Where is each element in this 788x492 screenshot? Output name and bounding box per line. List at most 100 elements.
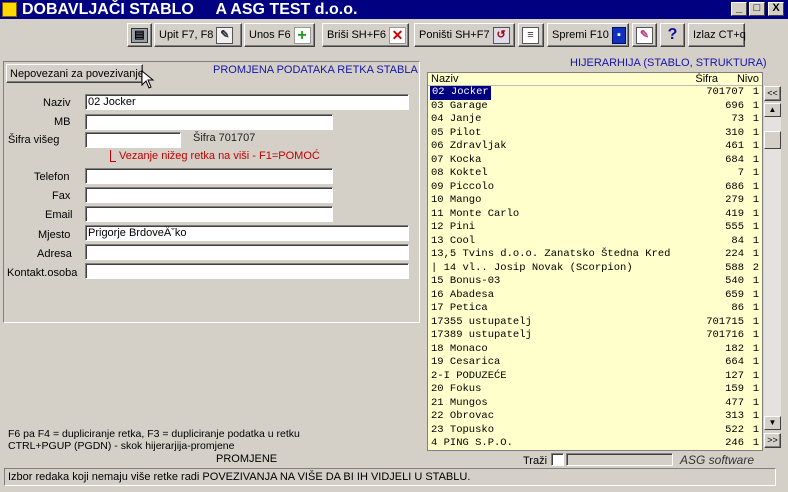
tree-header: HIJERARHIJA (STABLO, STRUKTURA) [570,57,767,69]
tree-row[interactable]: 03 Garage 696 1 [428,100,762,114]
app-icon[interactable] [2,2,17,17]
tree-row-nivo: 1 [752,315,759,328]
tree-row-nivo: 1 [752,396,759,409]
tree-row[interactable]: 02 Jocker 701707 1 [428,86,762,100]
tree-row[interactable]: | 14 vl.. Josip Novak (Scorpion) 588 2 [428,262,762,276]
tree-row[interactable]: 13 Cool 84 1 [428,235,762,249]
minimize-button[interactable]: _ [731,2,747,16]
tree-row-sifra: 686 [725,180,744,193]
naziv-field[interactable]: 02 Jocker [85,94,409,110]
tree-row[interactable]: 11 Monte Carlo 419 1 [428,208,762,222]
tree-row[interactable]: 21 Mungos 477 1 [428,397,762,411]
help-button[interactable]: ? [660,23,685,47]
mb-label: MB [54,116,71,128]
tree-row[interactable]: 05 Pilot 310 1 [428,127,762,141]
tree-row-name: 2-I PODUZEĆE [431,369,507,382]
tree-row-sifra: 664 [725,356,744,368]
tree-row[interactable]: 17355 ustupatelj 701715 1 [428,316,762,330]
undo-button[interactable]: Poništi SH+F7 ↺ [414,23,515,47]
tree-row-nivo: 1 [752,423,759,436]
hierarchy-list[interactable]: Naziv Šifra Nivo 02 Jocker 701707 1 03 Gara… [427,72,763,451]
mjesto-field[interactable]: Prigorje BrdoveÄˇko [85,225,409,241]
col-naziv[interactable]: Naziv [431,73,459,86]
tree-row-nivo: 1 [752,180,759,193]
tree-row-nivo: 1 [752,126,759,139]
tree-row[interactable]: 2-I PODUZEĆE 127 1 [428,370,762,384]
tree-row-name: 03 Garage [431,99,488,112]
adresa-field[interactable] [85,244,409,260]
telefon-field[interactable] [85,168,333,184]
tree-row-nivo: 1 [752,140,759,152]
query-button[interactable]: Upit F7, F8 ✎ [154,23,242,47]
form-header: PROMJENA PODATAKA RETKA STABLA [213,64,418,76]
tree-row[interactable]: 16 Abadesa 659 1 [428,289,762,303]
tree-row-nivo: 1 [752,342,759,355]
mjesto-label: Mjesto [38,229,71,241]
mode-indicator: PROMJENE [216,453,278,465]
tree-row[interactable]: 13,5 Tvins d.o.o. Zanatsko Štedna Kred 22… [428,248,762,262]
tree-row[interactable]: 23 Topusko 522 1 [428,424,762,438]
scroll-up-icon[interactable]: ▲ [764,103,781,117]
scroll-down-icon[interactable]: ▼ [764,416,781,430]
tree-row[interactable]: 4 PING S.P.O. 246 1 [428,437,762,450]
scroll-thumb[interactable] [764,131,781,149]
edit-button[interactable]: ✎ [632,23,657,47]
tree-row[interactable]: 19 Cesarica 664 1 [428,356,762,370]
edit-list-button[interactable]: ≡ [518,23,544,47]
delete-button[interactable]: Briši SH+F6 ✕ [322,23,409,47]
tree-row-name: 13 Cool [431,234,476,247]
unlinked-button[interactable]: Nepovezani za povezivanje [6,64,144,83]
exit-button[interactable]: Izlaz CT+q [688,23,746,47]
tree-row-name: 17 Petica [431,302,488,314]
tree-row-name: 17355 ustupatelj [431,315,532,328]
maximize-button[interactable]: □ [749,2,765,16]
tree-row[interactable]: 15 Bonus-03 540 1 [428,275,762,289]
prev-page-button[interactable]: << [764,86,781,101]
add-button[interactable]: Unos F6 + [244,23,315,47]
tree-row[interactable]: 07 Kocka 684 1 [428,154,762,168]
tree-row-name: 22 Obrovac [431,410,495,422]
save-button[interactable]: Spremi F10 ▪ [547,23,629,47]
tree-row[interactable]: 22 Obrovac 313 1 [428,410,762,424]
tree-row-name: 13,5 Tvins d.o.o. Zanatsko Štedna Kred [431,248,671,260]
tree-row-sifra: 73 [731,113,744,125]
close-button[interactable]: X [768,2,784,16]
tree-row[interactable]: 20 Fokus 159 1 [428,383,762,397]
tree-row[interactable]: 12 Pini 555 1 [428,221,762,235]
tree-row[interactable]: 04 Janje 73 1 [428,113,762,127]
mb-field[interactable] [85,114,333,130]
tree-scrollbar[interactable]: ▲ ▼ [764,103,781,430]
email-field[interactable] [85,206,333,222]
tree-row[interactable]: 18 Monaco 182 1 [428,343,762,357]
tree-row[interactable]: 09 Piccolo 686 1 [428,181,762,195]
tree-column-header: Naziv Šifra Nivo [428,73,762,86]
next-page-button[interactable]: >> [764,433,781,448]
tree-row-sifra: 419 [725,207,744,220]
tree-row[interactable]: 10 Mango 279 1 [428,194,762,208]
sifra-viseg-field[interactable] [85,132,181,148]
tree-row[interactable]: 17 Petica 86 1 [428,302,762,316]
tree-row-name: 09 Piccolo [431,180,495,193]
hint-marker [110,150,116,162]
search-input[interactable] [566,453,673,466]
tree-row-nivo: 1 [752,167,759,179]
tree-row-nivo: 1 [752,194,759,206]
linking-hint: Vezanje nižeg retka na viši - F1=POMOĆ [119,150,320,162]
tree-row-name: 08 Koktel [431,167,488,179]
col-nivo[interactable]: Nivo [737,73,759,86]
tree-row-nivo: 1 [752,383,759,395]
col-sifra[interactable]: Šifra [695,73,718,86]
sifra-viseg-label: Šifra višeg [8,134,60,146]
tree-row[interactable]: 17389 ustupatelj 701716 1 [428,329,762,343]
fax-field[interactable] [85,187,333,203]
tree-row-sifra: 224 [725,248,744,260]
tree-row[interactable]: 08 Koktel 7 1 [428,167,762,181]
tree-row[interactable]: 06 Zdravljak 461 1 [428,140,762,154]
tree-row-sifra: 701716 [706,329,744,341]
search-checkbox[interactable] [551,453,564,466]
kontakt-field[interactable] [85,263,409,279]
tree-row-nivo: 1 [752,221,759,233]
tree-row-name: 11 Monte Carlo [431,207,520,220]
tree-row-name: | 14 vl.. Josip Novak (Scorpion) [431,261,633,274]
print-button[interactable]: ▤ [127,23,152,47]
